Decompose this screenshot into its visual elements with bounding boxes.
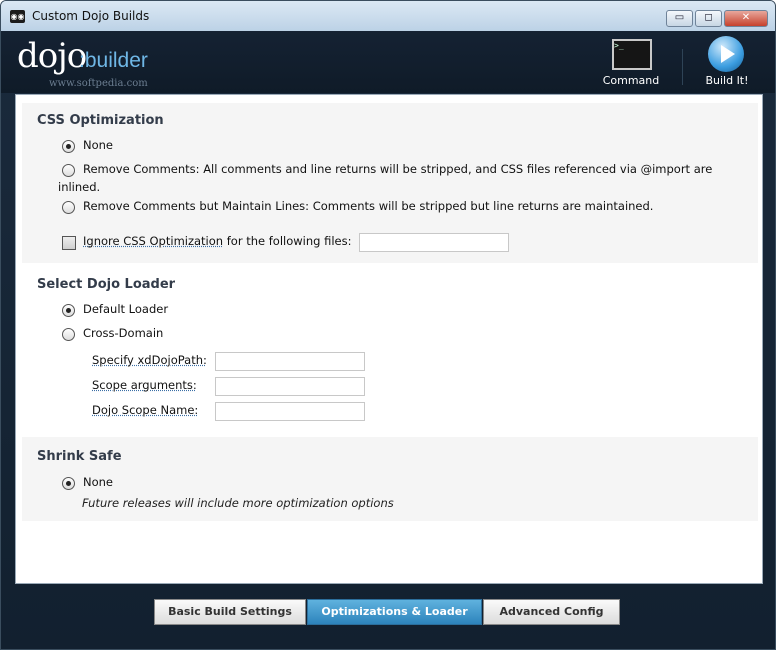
tab-advanced-config[interactable]: Advanced Config [483,599,620,625]
ignore-css-label: Ignore CSS Optimization for the followin… [83,234,351,248]
dojo-scope-name-input[interactable] [215,402,365,421]
xddojopath-label: Specify xdDojoPath: [92,353,207,367]
option-label-continued: inlined. [58,180,101,194]
section-title-shrink: Shrink Safe [37,449,122,464]
section-title-loader: Select Dojo Loader [37,277,176,292]
terminal-icon[interactable]: >_ [612,39,652,70]
radio-cross-domain[interactable] [62,328,75,341]
radio-css-remove-comments[interactable] [62,164,75,177]
css-optimization-section: CSS Optimization None Remove Comments: A… [22,103,758,263]
build-it-button[interactable]: Build It! [697,74,757,87]
window-controls: ▭ ◻ ✕ [666,10,768,27]
dojo-app-icon[interactable]: ◉◉ [10,10,25,23]
option-label: Cross-Domain [83,326,164,340]
radio-css-none[interactable] [62,140,75,153]
maximize-button[interactable]: ◻ [695,10,722,27]
ignore-css-link[interactable]: Ignore CSS Optimization [83,234,223,248]
radio-shrink-none[interactable] [62,477,75,490]
ignore-css-suffix: for the following files: [223,234,352,248]
close-button[interactable]: ✕ [724,10,768,27]
radio-css-remove-comments-keep-lines[interactable] [62,201,75,214]
xddojopath-input[interactable] [215,352,365,371]
ignore-css-checkbox[interactable] [62,236,76,250]
option-label: Remove Comments but Maintain Lines: Comm… [83,199,654,213]
tab-optimizations-loader[interactable]: Optimizations & Loader [307,599,482,625]
dojo-loader-section: Select Dojo Loader Default Loader Cross-… [22,267,758,431]
dojo-scope-name-label: Dojo Scope Name: [92,403,199,417]
option-label: None [83,475,114,489]
option-label: Remove Comments: All comments and line r… [83,162,713,176]
header-divider [682,49,683,85]
shrink-safe-note: Future releases will include more optimi… [82,496,394,510]
app-window: ◉◉ Custom Dojo Builds ▭ ◻ ✕ dojo :builde… [0,0,776,650]
option-label: Default Loader [83,302,169,316]
dojo-logo: dojo [17,36,87,76]
minimize-button[interactable]: ▭ [666,10,693,27]
app-header: dojo :builder www.softpedia.com >_ Comma… [1,31,775,93]
watermark: www.softpedia.com [49,78,148,89]
options-panel: CSS Optimization None Remove Comments: A… [15,94,763,584]
window-title: Custom Dojo Builds [32,9,150,23]
play-icon[interactable] [708,36,744,72]
tab-basic-build-settings[interactable]: Basic Build Settings [154,599,306,625]
terminal-prompt: >_ [614,41,624,50]
shrink-safe-section: Shrink Safe None Future releases will in… [22,437,758,521]
section-title-css: CSS Optimization [37,113,164,128]
scope-arguments-input[interactable] [215,377,365,396]
option-label: None [83,138,114,152]
title-bar[interactable]: ◉◉ Custom Dojo Builds ▭ ◻ ✕ [1,1,775,31]
bottom-tabs: Basic Build Settings Optimizations & Loa… [154,599,620,625]
builder-logo: :builder [79,49,148,72]
scope-arguments-label: Scope arguments: [92,378,197,392]
ignore-css-files-input[interactable] [359,233,509,252]
command-button[interactable]: Command [601,74,661,87]
radio-default-loader[interactable] [62,304,75,317]
